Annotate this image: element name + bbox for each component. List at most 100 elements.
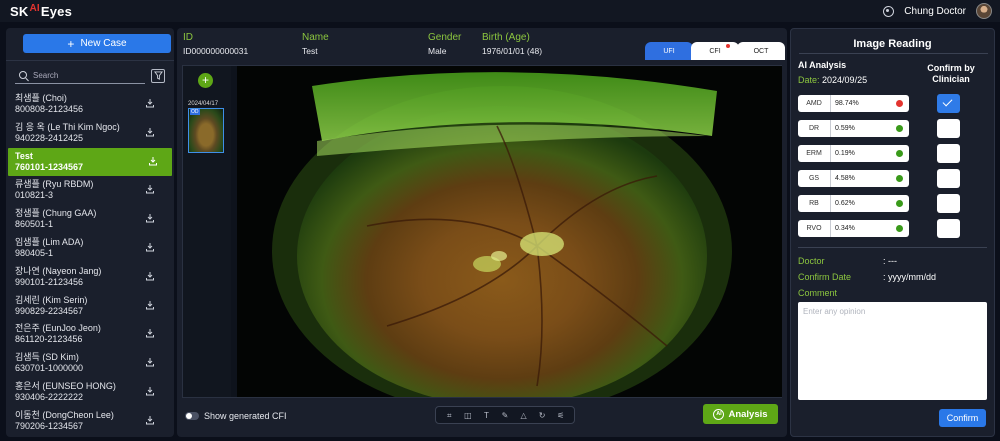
download-icon[interactable] xyxy=(148,156,158,166)
patient-name: 정샘플 (Chung GAA) xyxy=(15,208,97,219)
patient-name: 김샘득 (SD Kim) xyxy=(15,352,79,363)
image-type-tabs: UFI CFI OCT xyxy=(645,42,785,60)
section-divider xyxy=(798,247,987,248)
patient-list-item[interactable]: 이동천 (DongCheon Lee) 790206-1234567 xyxy=(11,407,169,436)
patient-list-item[interactable]: 정샘플 (Chung GAA) 860501-1 xyxy=(11,205,169,234)
disease-code: GS xyxy=(798,170,831,187)
status-dot-icon xyxy=(896,200,903,207)
download-icon[interactable] xyxy=(145,386,155,396)
avatar[interactable] xyxy=(976,3,992,19)
patient-name: 장나연 (Nayeon Jang) xyxy=(15,265,102,276)
fundus-image-area[interactable] xyxy=(237,66,782,397)
id-label: ID xyxy=(183,32,193,43)
comment-input[interactable] xyxy=(798,302,987,400)
fundus-thumbnail[interactable]: OD xyxy=(188,108,224,153)
status-dot-icon xyxy=(896,175,903,182)
thumbnail-strip: + 2024/04/17 OD xyxy=(183,66,231,397)
download-icon[interactable] xyxy=(145,98,155,108)
search-box[interactable] xyxy=(15,67,145,84)
confirm-date-value: : yyyy/mm/dd xyxy=(883,272,937,282)
rotate-icon[interactable]: ↻ xyxy=(538,411,547,420)
tab-cfi[interactable]: CFI xyxy=(691,42,739,60)
disease-code: AMD xyxy=(798,95,831,112)
download-icon[interactable] xyxy=(145,415,155,425)
search-input[interactable] xyxy=(33,70,133,80)
download-icon[interactable] xyxy=(145,127,155,137)
patient-id-block: ID ID000000000031 xyxy=(183,32,248,56)
download-icon[interactable] xyxy=(145,300,155,310)
patient-name: 김세린 (Kim Serin) xyxy=(15,294,88,305)
patient-name: 홍은서 (EUNSEO HONG) xyxy=(15,380,116,391)
download-icon[interactable] xyxy=(145,242,155,252)
download-icon[interactable] xyxy=(145,184,155,194)
patient-list-item[interactable]: 전은주 (EunJoo Jeon) 861120-2123456 xyxy=(11,320,169,349)
patient-list-item[interactable]: 김세린 (Kim Serin) 990829-2234567 xyxy=(11,292,169,321)
filter-button[interactable] xyxy=(151,68,165,83)
download-icon[interactable] xyxy=(145,328,155,338)
tab-ufi[interactable]: UFI xyxy=(645,42,693,60)
birth-label: Birth (Age) xyxy=(482,32,530,43)
patient-name: 최샘플 (Choi) xyxy=(15,93,67,103)
id-value: ID000000000031 xyxy=(183,46,249,56)
status-dot-icon xyxy=(896,225,903,232)
probability: 0.59% xyxy=(835,125,855,132)
confirm-checkbox-rb[interactable] xyxy=(937,194,960,213)
patient-name: Test xyxy=(15,150,33,161)
gender-value: Male xyxy=(428,46,447,56)
adjust-icon[interactable]: ⚟ xyxy=(556,411,565,420)
birth-value: 1976/01/01 (48) xyxy=(482,46,543,56)
confirm-button[interactable]: Confirm xyxy=(939,409,986,427)
disease-code: RB xyxy=(798,195,831,212)
tab-oct[interactable]: OCT xyxy=(737,42,785,60)
patient-list-item[interactable]: 류샘플 (Ryu RBDM) 010821-3 xyxy=(11,176,169,205)
show-cfi-label: Show generated CFI xyxy=(204,411,287,421)
confirm-checkbox-rvo[interactable] xyxy=(937,219,960,238)
disease-code: RVO xyxy=(798,220,831,237)
patient-id: 930406-2222222 xyxy=(15,391,84,402)
compare-icon[interactable]: ◫ xyxy=(463,411,472,420)
confirm-checkbox-erm[interactable] xyxy=(937,144,960,163)
eye-side-badge: OD xyxy=(190,109,200,115)
patient-id: 990829-2234567 xyxy=(15,305,84,316)
app-logo: SK AI Eyes xyxy=(10,2,73,19)
doctor-label: Doctor xyxy=(798,256,825,266)
pen-icon[interactable]: ✎ xyxy=(500,411,509,420)
score-row-dr: DR 0.59% xyxy=(798,120,909,137)
crop-icon[interactable]: ⌗ xyxy=(445,411,454,420)
score-row-amd: AMD 98.74% xyxy=(798,95,909,112)
status-dot-icon xyxy=(896,125,903,132)
download-icon[interactable] xyxy=(145,213,155,223)
doctor-value: : --- xyxy=(883,256,897,266)
name-value: Test xyxy=(302,46,318,56)
patient-id: 630701-1000000 xyxy=(15,363,84,374)
patient-id: 940228-2412425 xyxy=(15,132,84,143)
status-dot-icon xyxy=(896,150,903,157)
settings-gear-icon[interactable] xyxy=(883,5,895,17)
show-cfi-toggle[interactable] xyxy=(185,412,199,420)
probability: 0.34% xyxy=(835,225,855,232)
confirm-checkbox-dr[interactable] xyxy=(937,119,960,138)
add-image-button[interactable]: + xyxy=(198,73,213,88)
plus-icon: + xyxy=(67,36,75,51)
patient-list-item[interactable]: 임샘플 (Lim ADA) 980405-1 xyxy=(11,234,169,263)
shapes-icon[interactable]: △ xyxy=(519,411,528,420)
patient-list-item[interactable]: 홍은서 (EUNSEO HONG) 930406-2222222 xyxy=(11,378,169,407)
confirm-checkbox-gs[interactable] xyxy=(937,169,960,188)
text-icon[interactable]: T xyxy=(482,411,491,420)
new-case-button[interactable]: + New Case xyxy=(23,34,171,53)
patient-id: 980405-1 xyxy=(15,247,54,258)
patient-list-item[interactable]: 장나연 (Nayeon Jang) 990101-2123456 xyxy=(11,263,169,292)
confirm-checkbox-amd[interactable] xyxy=(937,94,960,113)
alert-dot xyxy=(726,44,730,48)
patient-list-item[interactable]: 최샘플 (Choi) 800808-2123456 xyxy=(11,90,169,119)
download-icon[interactable] xyxy=(145,357,155,367)
image-viewer-panel: ID ID000000000031 Name Test Gender Male … xyxy=(177,28,787,437)
patient-name: 김 응 옥 (Le Thi Kim Ngoc) xyxy=(15,121,120,132)
download-icon[interactable] xyxy=(145,271,155,281)
analysis-button[interactable]: AI Analysis xyxy=(703,404,778,424)
patient-list-item[interactable]: 김 응 옥 (Le Thi Kim Ngoc) 940228-2412425 xyxy=(11,119,169,148)
patient-list-item[interactable]: 김샘득 (SD Kim) 630701-1000000 xyxy=(11,349,169,378)
patient-list-item[interactable]: Test 760101-1234567 xyxy=(8,147,172,177)
name-label: Name xyxy=(302,32,329,43)
user-name[interactable]: Chung Doctor xyxy=(904,6,966,17)
